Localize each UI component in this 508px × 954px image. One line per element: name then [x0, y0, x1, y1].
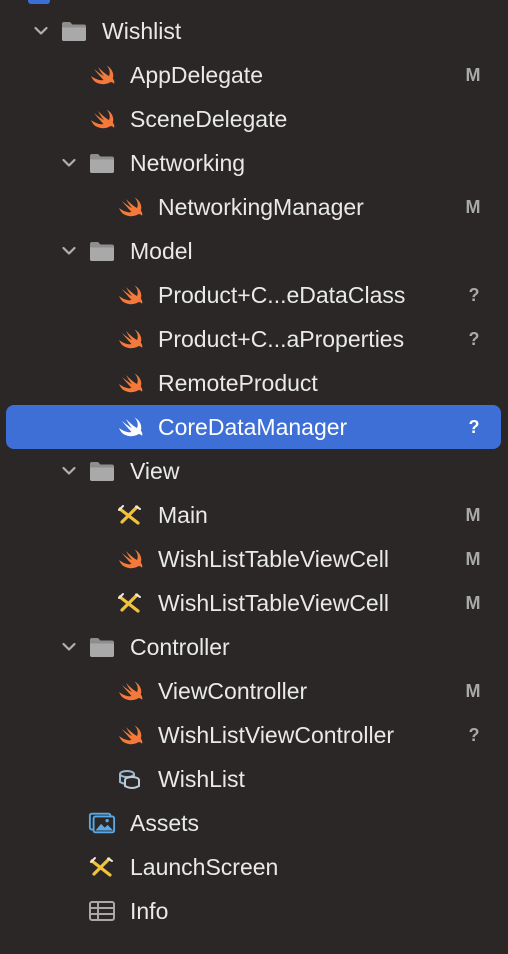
swift-file-icon: [116, 547, 144, 571]
swift-file-icon: [116, 195, 144, 219]
swift-file-icon: [116, 283, 144, 307]
navigator-item-label: Info: [130, 898, 169, 924]
previous-row-highlight: [28, 0, 50, 4]
navigator-item-label: Networking: [130, 150, 246, 176]
folder-icon: [60, 19, 88, 43]
storyboard-icon: [116, 503, 144, 527]
modified-status-badge: M: [465, 681, 481, 701]
navigator-row-controller[interactable]: Controller: [0, 625, 508, 669]
navigator-row-remoteproduct[interactable]: RemoteProduct: [0, 361, 508, 405]
untracked-status-badge: ?: [468, 725, 480, 745]
navigator-row-scenedelegate[interactable]: SceneDelegate: [0, 97, 508, 141]
xib-icon: [116, 591, 144, 615]
modified-status-badge: M: [465, 65, 481, 85]
navigator-row-wishlist[interactable]: Wishlist: [0, 9, 508, 53]
navigator-item-label: Wishlist: [102, 18, 182, 44]
swift-file-icon: [116, 415, 144, 439]
swift-file-icon: [88, 107, 116, 131]
swift-file-icon: [88, 63, 116, 87]
chevron-down-icon[interactable]: [32, 22, 50, 40]
navigator-item-label: LaunchScreen: [130, 854, 279, 880]
navigator-item-label: WishListTableViewCell: [158, 590, 389, 616]
navigator-row-wishlisttableviewcell[interactable]: WishListTableViewCell M: [0, 537, 508, 581]
navigator-row-view[interactable]: View: [0, 449, 508, 493]
navigator-row-product-c-aproperties[interactable]: Product+C...aProperties?: [0, 317, 508, 361]
core-data-model-icon: [116, 767, 144, 791]
navigator-item-label: WishList: [158, 766, 245, 792]
swift-file-icon: [116, 679, 144, 703]
navigator-row-networking[interactable]: Networking: [0, 141, 508, 185]
navigator-row-networkingmanager[interactable]: NetworkingManager M: [0, 185, 508, 229]
navigator-item-label: Product+C...eDataClass: [158, 282, 406, 308]
navigator-item-label: RemoteProduct: [158, 370, 318, 396]
swift-file-icon: [116, 371, 144, 395]
navigator-item-label: WishListViewController: [158, 722, 395, 748]
folder-icon: [88, 459, 116, 483]
navigator-item-label: ViewController: [158, 678, 308, 704]
chevron-down-icon[interactable]: [60, 242, 78, 260]
navigator-item-label: SceneDelegate: [130, 106, 288, 132]
project-navigator: Wishlist AppDelegate M SceneDelegate Network…: [0, 9, 508, 933]
folder-icon: [88, 239, 116, 263]
storyboard-icon: [88, 855, 116, 879]
navigator-row-info[interactable]: Info: [0, 889, 508, 933]
navigator-item-label: Main: [158, 502, 208, 528]
modified-status-badge: M: [465, 505, 481, 525]
navigator-item-label: AppDelegate: [130, 62, 263, 88]
navigator-item-label: WishListTableViewCell: [158, 546, 389, 572]
navigator-item-label: Product+C...aProperties: [158, 326, 405, 352]
navigator-row-model[interactable]: Model: [0, 229, 508, 273]
navigator-item-label: Controller: [130, 634, 230, 660]
modified-status-badge: M: [465, 549, 481, 569]
swift-file-icon: [116, 723, 144, 747]
navigator-item-label: Assets: [130, 810, 200, 836]
navigator-row-launchscreen[interactable]: LaunchScreen: [0, 845, 508, 889]
swift-file-icon: [116, 327, 144, 351]
navigator-row-viewcontroller[interactable]: ViewController M: [0, 669, 508, 713]
navigator-item-label: CoreDataManager: [158, 414, 348, 440]
navigator-item-label: NetworkingManager: [158, 194, 364, 220]
navigator-row-wishlist[interactable]: WishList: [0, 757, 508, 801]
untracked-status-badge: ?: [468, 329, 480, 349]
navigator-row-wishlisttableviewcell[interactable]: WishListTableViewCell M: [0, 581, 508, 625]
navigator-item-label: Model: [130, 238, 193, 264]
navigator-row-product-c-edataclass[interactable]: Product+C...eDataClass?: [0, 273, 508, 317]
navigator-item-label: View: [130, 458, 180, 484]
plist-icon: [88, 899, 116, 923]
untracked-status-badge: ?: [468, 417, 480, 437]
chevron-down-icon[interactable]: [60, 154, 78, 172]
untracked-status-badge: ?: [468, 285, 480, 305]
chevron-down-icon[interactable]: [60, 462, 78, 480]
folder-icon: [88, 151, 116, 175]
chevron-down-icon[interactable]: [60, 638, 78, 656]
navigator-row-assets[interactable]: Assets: [0, 801, 508, 845]
asset-catalog-icon: [88, 811, 116, 835]
navigator-row-wishlistviewcontroller[interactable]: WishListViewController?: [0, 713, 508, 757]
navigator-row-appdelegate[interactable]: AppDelegate M: [0, 53, 508, 97]
navigator-row-coredatamanager[interactable]: CoreDataManager?: [0, 405, 508, 449]
folder-icon: [88, 635, 116, 659]
navigator-row-main[interactable]: Main M: [0, 493, 508, 537]
modified-status-badge: M: [465, 197, 481, 217]
modified-status-badge: M: [465, 593, 481, 613]
